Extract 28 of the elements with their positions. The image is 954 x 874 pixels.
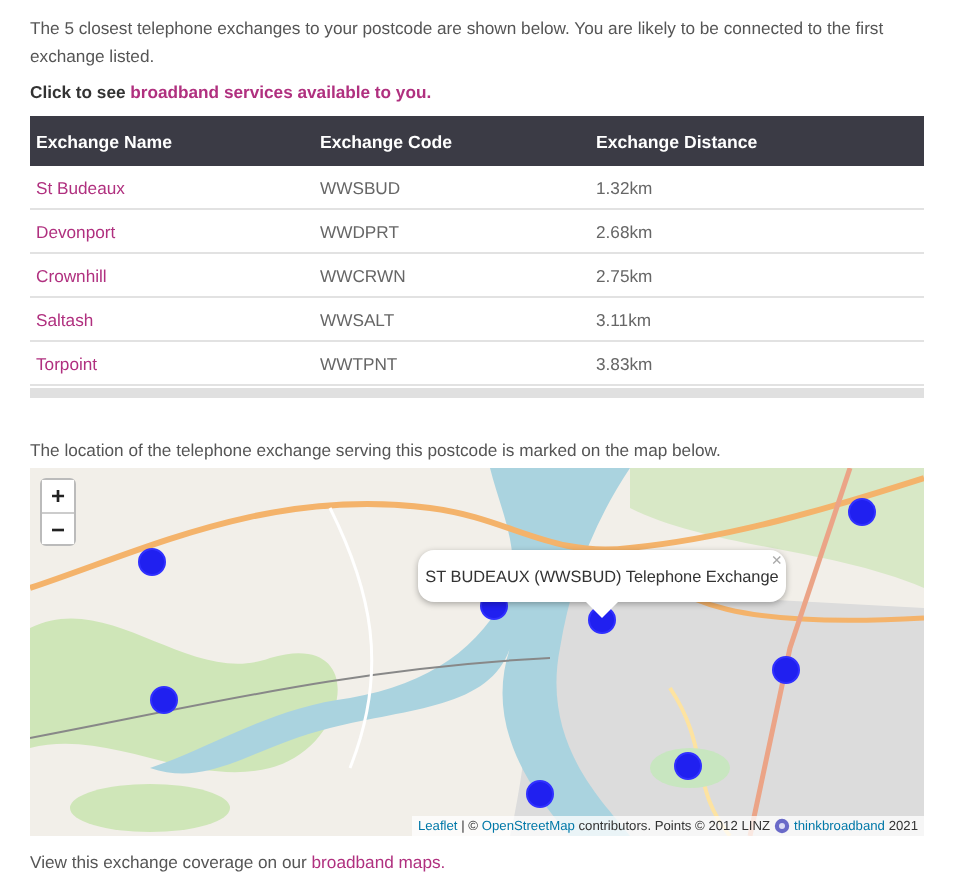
broadband-services-link[interactable]: broadband services available to you.: [130, 82, 432, 102]
broadband-maps-link[interactable]: broadband maps.: [311, 852, 446, 872]
table-cell: 3.83km: [596, 353, 653, 373]
exchange-link[interactable]: Saltash: [36, 309, 94, 329]
column-header: Exchange Distance: [590, 116, 924, 166]
map-caption: The location of the telephone exchange serving this postcode is marked on the map below.: [30, 438, 723, 464]
table-cell: WWSBUD: [320, 177, 401, 197]
table-cell: WWTPNT: [320, 353, 398, 373]
table-cell: WWDPRT: [320, 221, 399, 241]
table-cell: WWSALT: [320, 309, 395, 329]
cta-text: Click to see broadband services available to you.: [30, 82, 434, 102]
table-cell: 2.75km: [596, 265, 653, 285]
footer-text: View this exchange coverage on our broadband maps.: [30, 850, 448, 874]
table-cell: 2.68km: [596, 221, 653, 241]
column-header: Exchange Name: [30, 116, 314, 166]
exchange-link[interactable]: Crownhill: [36, 265, 107, 285]
scrollbar[interactable]: [30, 388, 924, 398]
table-cell: 1.32km: [596, 177, 653, 197]
logo-icon: [774, 818, 791, 834]
table-cell: WWCRWN: [320, 265, 406, 285]
exchange-link[interactable]: Devonport: [36, 221, 116, 241]
zoom-out-button[interactable]: −: [42, 512, 74, 544]
intro-text: The 5 closest telephone exchanges to your postcode are shown below. You are likely to be connected to the first exchange listed.: [30, 16, 886, 70]
popup-text: ST BUDEAUX (WWSBUD) Telephone Exchange: [425, 567, 779, 585]
column-header: Exchange Code: [314, 116, 590, 166]
exchange-link[interactable]: St Budeaux: [36, 177, 125, 197]
table-cell: 3.11km: [596, 309, 652, 329]
exchange-link[interactable]: Torpoint: [36, 353, 98, 373]
